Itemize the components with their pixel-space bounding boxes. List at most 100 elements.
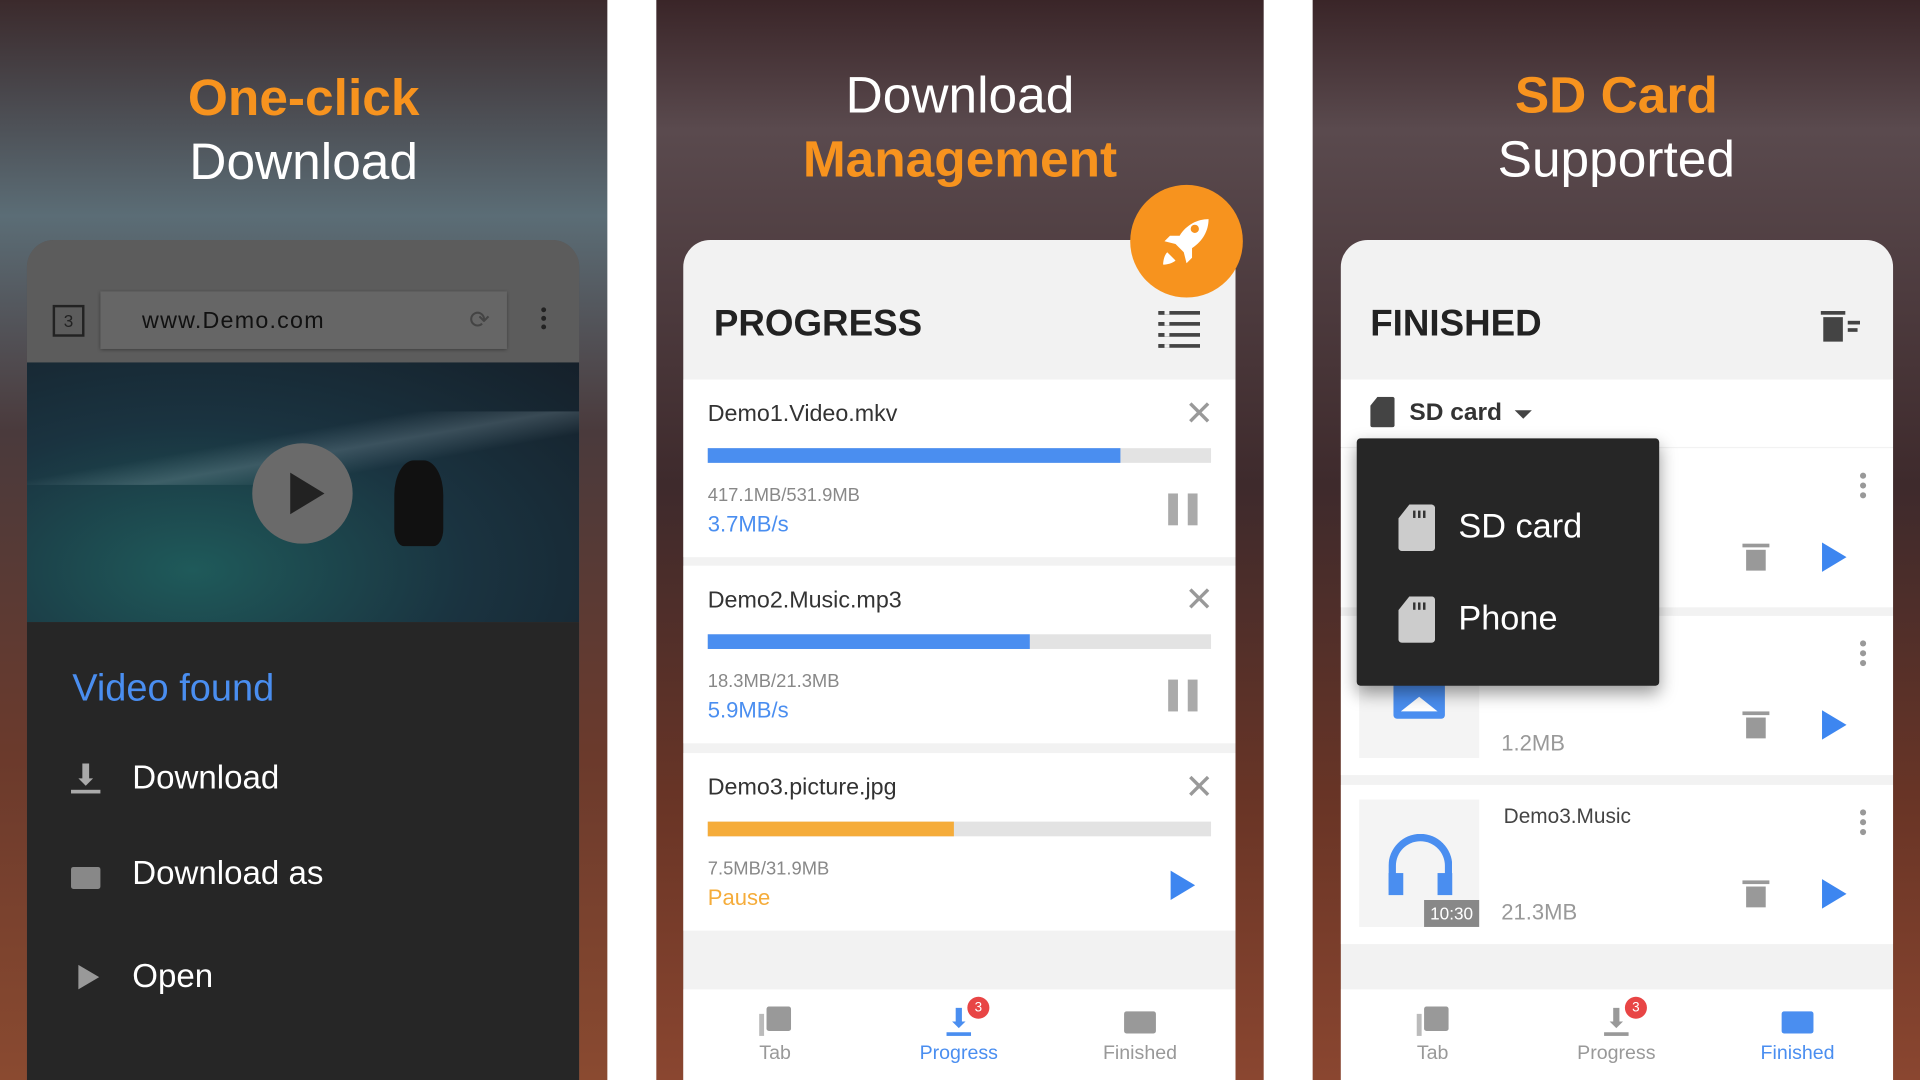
nav-tab[interactable]: Tab [1341, 1002, 1525, 1066]
play-button[interactable] [1822, 879, 1847, 909]
play-icon [78, 964, 100, 990]
file-size: 417.1MB/531.9MB [707, 484, 860, 506]
nav-progress[interactable]: ⬇ 3 Progress [1524, 996, 1708, 1066]
progress-bar [707, 634, 1212, 649]
video-preview[interactable] [26, 362, 580, 623]
delete-icon[interactable] [1742, 880, 1770, 908]
download-icon: ⬇ 3 [943, 996, 990, 1036]
browser-card: 3 www.Demo.com ⟳ Video found ⬇ Download … [26, 240, 580, 1080]
nav-label: Finished [1760, 1043, 1835, 1065]
menu-item-download-as[interactable]: Download as [27, 852, 579, 901]
play-video-button[interactable] [252, 443, 353, 544]
option-label: SD card [1458, 506, 1583, 545]
file-name: Demo2.Music.mp3 [707, 587, 902, 614]
headline: Download Management [656, 64, 1263, 191]
page-title: FINISHED [1370, 303, 1542, 345]
menu-item-label: Open [132, 957, 214, 995]
nav-label: Tab [1416, 1043, 1449, 1065]
boost-rocket-button[interactable] [1130, 184, 1243, 298]
resume-button[interactable] [1170, 870, 1196, 901]
more-options-icon[interactable] [1860, 472, 1867, 502]
file-name: Demo3.Music [1503, 804, 1631, 828]
progress-fill [707, 821, 955, 837]
panel-sd-card: SD Card Supported FINISHED SD card Demo1… [1312, 0, 1920, 1080]
download-item[interactable]: Demo1.Video.mkv ✕ 417.1MB/531.9MB 3.7MB/… [683, 379, 1236, 558]
storage-option-phone[interactable]: Phone [1357, 594, 1659, 648]
sd-card-icon [1398, 596, 1436, 643]
panel-one-click-download: One-click Download 3 www.Demo.com ⟳ Vide… [0, 0, 608, 1080]
menu-item-label: Download [132, 759, 280, 796]
play-button[interactable] [1822, 542, 1847, 572]
delete-icon[interactable] [1742, 711, 1770, 739]
download-icon: ⬇ 3 [1600, 996, 1647, 1036]
headline-accent: SD Card [1514, 66, 1718, 124]
pause-button[interactable] [1168, 493, 1198, 526]
file-size: 21.3MB [1501, 900, 1578, 925]
more-options-icon[interactable] [1860, 809, 1867, 838]
tabs-icon [1416, 1006, 1449, 1036]
finished-item[interactable]: 10:30 Demo3.Music 21.3MB [1340, 784, 1894, 945]
url-bar[interactable]: www.Demo.com ⟳ [100, 291, 507, 349]
browser-toolbar: 3 www.Demo.com ⟳ [26, 240, 580, 363]
url-text: www.Demo.com [142, 308, 325, 335]
finished-card: FINISHED SD card Demo1.Video Demo2.Pictu… [1340, 240, 1894, 1080]
progress-badge: 3 [967, 996, 990, 1019]
delete-icon[interactable] [1742, 543, 1770, 571]
download-icon: ⬇ [71, 761, 101, 794]
progress-bar [707, 448, 1212, 463]
surfer-silhouette [394, 460, 444, 547]
nav-label: Tab [759, 1043, 791, 1065]
headline: SD Card Supported [1313, 64, 1920, 191]
headline-accent: One-click [187, 68, 420, 127]
tabs-icon [759, 1006, 792, 1036]
bottom-nav: Tab ⬇ 3 Progress Finished [1340, 989, 1894, 1080]
sheet-title: Video found [72, 666, 275, 709]
nav-label: Finished [1102, 1043, 1178, 1065]
folder-icon [1124, 1007, 1156, 1036]
progress-card: PROGRESS Demo1.Video.mkv ✕ 417.1MB/531.9… [683, 240, 1236, 1080]
menu-item-label: Download as [132, 854, 324, 892]
chevron-down-icon [1514, 410, 1532, 419]
list-menu-icon[interactable] [1158, 311, 1201, 348]
cancel-icon[interactable]: ✕ [1185, 770, 1214, 804]
panel-download-management: Download Management PROGRESS Demo1.Video… [656, 0, 1264, 1080]
storage-option-sd-card[interactable]: SD card [1357, 502, 1659, 556]
storage-dropdown-menu: SD card Phone [1356, 438, 1660, 686]
menu-item-open[interactable]: Open [27, 955, 579, 1004]
sd-card-icon [1370, 396, 1395, 428]
nav-finished[interactable]: Finished [1048, 1002, 1232, 1066]
nav-tab[interactable]: Tab [683, 1002, 867, 1066]
headphones-icon [1388, 833, 1453, 896]
file-name: Demo3.picture.jpg [707, 775, 897, 801]
download-status: 3.7MB/s [707, 511, 789, 537]
sd-card-icon [1398, 504, 1436, 552]
headline-rest: Download [189, 132, 419, 190]
headline-rest: Supported [1497, 129, 1735, 188]
menu-item-download[interactable]: ⬇ Download [27, 757, 579, 806]
pause-button[interactable] [1168, 679, 1198, 712]
video-found-sheet: Video found ⬇ Download Download as Open [26, 622, 580, 1080]
file-thumbnail: 10:30 [1359, 799, 1480, 927]
storage-selector[interactable]: SD card [1340, 379, 1894, 447]
download-item[interactable]: Demo3.picture.jpg ✕ 7.5MB/31.9MB Pause [683, 753, 1236, 931]
file-size: 18.3MB/21.3MB [707, 671, 840, 692]
more-options-icon[interactable] [541, 307, 547, 330]
cancel-icon[interactable]: ✕ [1185, 396, 1214, 431]
file-size: 1.2MB [1501, 731, 1565, 756]
reload-icon[interactable]: ⟳ [469, 305, 490, 336]
nav-finished[interactable]: Finished [1706, 1002, 1890, 1066]
file-name: Demo1.Video.mkv [707, 401, 898, 428]
nav-progress[interactable]: ⬇ 3 Progress [867, 996, 1051, 1066]
folder-icon [71, 866, 101, 889]
rocket-icon [1163, 219, 1209, 265]
progress-fill [707, 634, 1030, 649]
bottom-nav: Tab ⬇ 3 Progress Finished [683, 989, 1236, 1080]
download-item[interactable]: Demo2.Music.mp3 ✕ 18.3MB/21.3MB 5.9MB/s [683, 565, 1236, 744]
storage-selected: SD card [1409, 399, 1502, 427]
nav-label: Progress [919, 1043, 998, 1065]
cancel-icon[interactable]: ✕ [1185, 582, 1214, 617]
delete-all-icon[interactable] [1820, 311, 1861, 343]
play-button[interactable] [1822, 710, 1847, 740]
more-options-icon[interactable] [1860, 640, 1867, 669]
tab-count-button[interactable]: 3 [52, 304, 85, 337]
